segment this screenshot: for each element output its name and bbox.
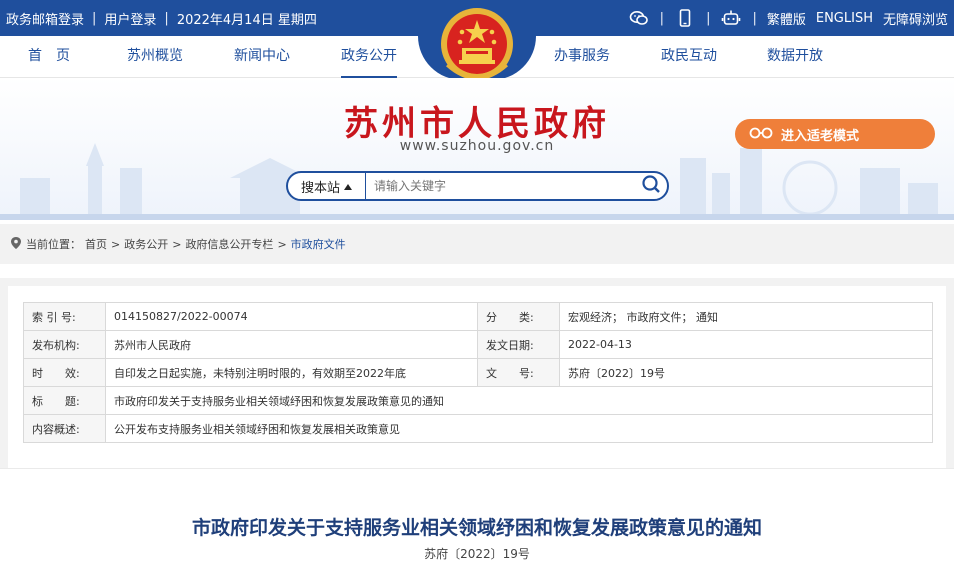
elder-mode-button[interactable]: 进入适老模式	[735, 119, 935, 149]
breadcrumb: 当前位置： 首页 > 政务公开 > 政府信息公开专栏 > 市政府文件	[0, 224, 954, 264]
accessibility-link[interactable]: 无障碍浏览	[883, 9, 948, 28]
breadcrumb-item-current[interactable]: 市政府文件	[291, 236, 346, 252]
index-number-value: 014150827/2022-00074	[105, 302, 478, 331]
breadcrumb-item-disclosure[interactable]: 政府信息公开专栏	[185, 236, 273, 252]
publisher-label: 发布机构:	[23, 330, 106, 359]
table-row: 发布机构: 苏州市人民政府 发文日期: 2022-04-13	[23, 330, 933, 359]
table-row: 标 题: 市政府印发关于支持服务业相关领域纾困和恢复发展政策意见的通知	[23, 386, 933, 415]
validity-label: 时 效:	[23, 358, 106, 387]
validity-value: 自印发之日起实施，未特别注明时限的，有效期至2022年底	[105, 358, 478, 387]
nav-item-services[interactable]: 办事服务	[554, 36, 610, 78]
search-scope-label: 搜本站	[300, 180, 340, 196]
glasses-icon	[749, 125, 773, 143]
search-button[interactable]	[635, 173, 667, 199]
divider: |	[659, 10, 665, 26]
summary-value: 公开发布支持服务业相关领域纾困和恢复发展相关政策意见	[105, 414, 933, 443]
issue-date-value: 2022-04-13	[559, 330, 933, 359]
caret-up-icon	[344, 179, 352, 194]
mail-login-link[interactable]: 政务邮箱登录	[6, 9, 84, 28]
document-info-section: 索 引 号: 014150827/2022-00074 分 类: 宏观经济； 市…	[0, 278, 954, 468]
nav-item-interaction[interactable]: 政民互动	[661, 36, 717, 78]
divider: |	[164, 10, 169, 26]
nav-item-news[interactable]: 新闻中心	[234, 36, 290, 78]
nav-item-open-data[interactable]: 数据开放	[767, 36, 823, 78]
breadcrumb-label: 当前位置：	[26, 238, 81, 251]
document-number-value: 苏府〔2022〕19号	[559, 358, 933, 387]
breadcrumb-separator: >	[172, 237, 182, 251]
article-document-number: 苏府〔2022〕19号	[424, 547, 530, 561]
breadcrumb-item-home[interactable]: 首页	[85, 236, 107, 252]
nav-item-gov-affairs[interactable]: 政务公开	[341, 36, 397, 78]
category-value: 宏观经济； 市政府文件； 通知	[559, 302, 933, 331]
publisher-value: 苏州市人民政府	[105, 330, 478, 359]
divider: |	[92, 10, 97, 26]
nav-item-overview[interactable]: 苏州概览	[127, 36, 183, 78]
article-header: 市政府印发关于支持服务业相关领域纾困和恢复发展政策意见的通知 苏府〔2022〕1…	[0, 468, 954, 561]
top-bar-left: 政务邮箱登录 | 用户登录 | 2022年4月14日 星期四	[6, 0, 317, 36]
category-label: 分 类:	[477, 302, 560, 331]
search-input[interactable]	[366, 174, 635, 198]
elder-mode-label: 进入适老模式	[781, 128, 860, 144]
search-icon	[641, 174, 661, 198]
table-row: 时 效: 自印发之日起实施，未特别注明时限的，有效期至2022年底 文 号: 苏…	[23, 358, 933, 387]
divider: |	[752, 10, 757, 26]
title-value: 市政府印发关于支持服务业相关领域纾困和恢复发展政策意见的通知	[105, 386, 933, 415]
title-label: 标 题:	[23, 386, 106, 415]
breadcrumb-separator: >	[277, 237, 287, 251]
document-number-label: 文 号:	[477, 358, 560, 387]
traditional-chinese-link[interactable]: 繁體版	[767, 9, 806, 28]
document-info-panel: 索 引 号: 014150827/2022-00074 分 类: 宏观经济； 市…	[8, 286, 946, 468]
article-title: 市政府印发关于支持服务业相关领域纾困和恢复发展政策意见的通知	[191, 517, 762, 539]
table-row: 内容概述: 公开发布支持服务业相关领域纾困和恢复发展相关政策意见	[23, 414, 933, 443]
summary-label: 内容概述:	[23, 414, 106, 443]
wechat-icon[interactable]	[628, 7, 650, 29]
site-search: 搜本站	[286, 171, 669, 201]
divider: |	[706, 10, 711, 26]
current-date: 2022年4月14日 星期四	[176, 12, 317, 28]
breadcrumb-separator: >	[111, 237, 121, 251]
user-login-link[interactable]: 用户登录	[104, 9, 156, 28]
breadcrumb-item-gov-affairs[interactable]: 政务公开	[124, 236, 168, 252]
issue-date-label: 发文日期:	[477, 330, 560, 359]
location-pin-icon	[10, 236, 22, 253]
document-info-table: 索 引 号: 014150827/2022-00074 分 类: 宏观经济； 市…	[23, 302, 933, 443]
search-scope-select[interactable]: 搜本站	[288, 173, 366, 199]
mobile-icon[interactable]	[674, 7, 696, 29]
table-row: 索 引 号: 014150827/2022-00074 分 类: 宏观经济； 市…	[23, 302, 933, 331]
nav-item-home[interactable]: 首 页	[28, 36, 70, 78]
robot-icon[interactable]	[720, 7, 742, 29]
site-banner: 苏州市人民政府 www.suzhou.gov.cn 进入适老模式 搜本站	[0, 78, 954, 220]
english-link[interactable]: ENGLISH	[816, 11, 873, 26]
index-number-label: 索 引 号:	[23, 302, 106, 331]
top-bar-right: | | | 繁體版 ENGLISH 无障碍浏览	[628, 0, 948, 36]
